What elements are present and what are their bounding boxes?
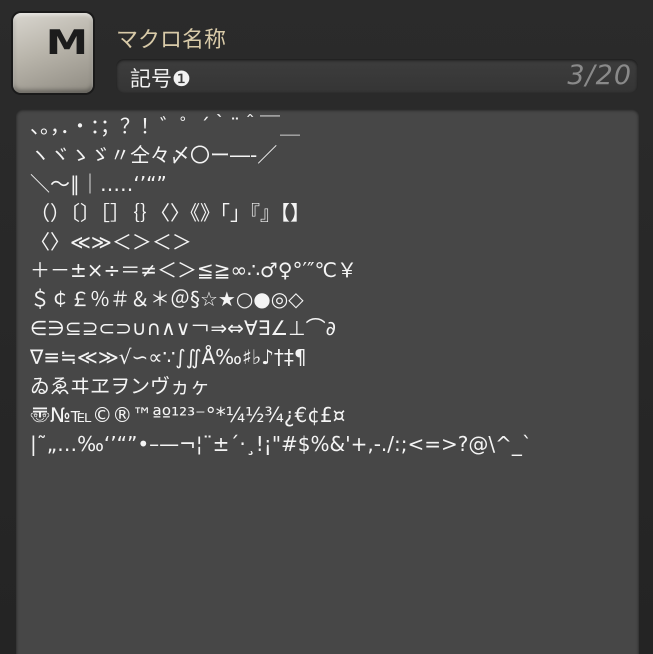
macro-text-area[interactable]: 、。，．・：；？！゛゜´｀¨＾￣＿ ヽヾゝゞ〃仝々〆〇ー―‐／ ＼～∥｜…‥‘’… [16, 109, 639, 654]
macro-line: ∇≡≒≪≫√∽∝∵∫∬Å‰♯♭♪†‡¶ [30, 345, 307, 370]
macro-line: |˜„…‰‘’“”•–—¬¦¨±´·¸!¡"#$%&'+,-./:;<=>?@\… [30, 431, 532, 456]
macro-line: ＄￠￡％＃＆＊＠§☆★○●◎◇ [30, 287, 304, 312]
macro-line: 〠№℡©®™ªº¹²³⁻°*¼½¾¿€¢£¤ [30, 402, 346, 427]
macro-line: ゐゑヰヱヲンヴヵヶ [30, 374, 210, 399]
macro-icon-letter: M [45, 23, 88, 63]
macro-title-value: 記号❶ [130, 67, 191, 91]
page-counter: 3/20 [567, 60, 632, 91]
macro-line: ＼～∥｜…‥‘’“” [30, 171, 167, 196]
macro-editor-window: M マクロ名称 記号❶ 3/20 、。，．・：；？！゛゜´｀¨＾￣＿ ヽヾゝゞ〃… [0, 0, 653, 654]
macro-line: ∈∋⊆⊇⊂⊃∪∩∧∨￢⇒⇔∀∃∠⊥⌒∂ [30, 316, 336, 341]
macro-line: 、。，．・：；？！゛゜´｀¨＾￣＿ [30, 114, 300, 138]
macro-line: ヽヾゝゞ〃仝々〆〇ー―‐／ [30, 142, 278, 167]
macro-lines: 、。，．・：；？！゛゜´｀¨＾￣＿ ヽヾゝゞ〃仝々〆〇ー―‐／ ＼～∥｜…‥‘’… [30, 112, 532, 459]
macro-name-label: マクロ名称 [116, 28, 227, 53]
macro-title-field[interactable]: 記号❶ 3/20 [116, 59, 638, 93]
macro-line: 〈〉≪≫＜＞＜＞ [30, 229, 192, 254]
macro-line: （）〔〕［］｛｝〈〉《》「」『』【】 [30, 200, 310, 225]
macro-icon[interactable]: M [13, 13, 93, 93]
macro-line: ＋－±×÷＝≠＜＞≦≧∞∴♂♀°′″℃￥ [30, 258, 357, 283]
